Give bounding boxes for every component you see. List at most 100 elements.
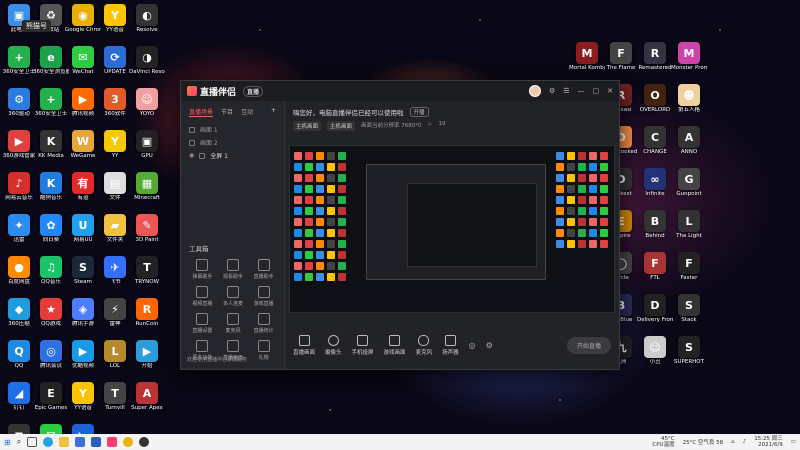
desktop-icon[interactable]: D Delivery From (637, 294, 673, 330)
record-icon[interactable]: ◎ (469, 341, 476, 350)
desktop-icon[interactable]: ✿ 向日葵 (34, 214, 68, 250)
start-windows-icon[interactable]: ⊞ (4, 438, 11, 447)
add-scene-icon[interactable]: + (271, 107, 276, 117)
toolbox-item[interactable]: 直播统计 (248, 313, 279, 334)
desktop-icon[interactable]: K KK Media (34, 130, 68, 166)
desktop-icon[interactable]: ▤ 文件 (98, 172, 132, 208)
desktop-icon[interactable]: ☺ 小丑 (638, 336, 672, 372)
desktop-icon[interactable]: ♪ 网易云音乐 (2, 172, 36, 208)
desktop-icon[interactable]: ◢ 钉钉 (2, 382, 36, 418)
toolbox-item[interactable]: 多人连麦 (218, 286, 249, 307)
desktop-icon[interactable]: +360安全卫士 (2, 46, 36, 82)
desktop-icon[interactable]: A Super Apex (130, 382, 164, 418)
desktop-icon[interactable]: R RunCoin (130, 298, 164, 334)
desktop-icon[interactable]: 有有道 (66, 172, 100, 208)
desktop-icon[interactable]: W WeGame (66, 130, 100, 166)
desktop-icon[interactable]: ☺ YOYO (130, 88, 164, 124)
desktop-icon[interactable]: ◑DaVinci Resolve (129, 46, 165, 82)
settings-icon[interactable]: ⚙ (486, 341, 493, 350)
edge-icon[interactable] (43, 437, 54, 447)
toolbox-item[interactable]: 直播设置 (187, 313, 218, 334)
desktop-icon[interactable]: ✉ WeChat (66, 46, 100, 82)
source-camera-button[interactable]: 摄像头 (325, 334, 342, 356)
microphone-button[interactable]: 麦克风 (416, 334, 432, 356)
close-icon[interactable]: ✕ (607, 87, 613, 95)
live-companion-window[interactable]: 直播伴侣 直播 ⚙ ☰ — ▢ ✕ 直播场景 节目 互动 + 画面 1 画面 2… (180, 80, 620, 370)
desktop-icon[interactable]: 3 360软件 (98, 88, 132, 124)
scene-item[interactable]: ◉ 全屏 1 (189, 149, 276, 162)
cpu-temp[interactable]: 45°C CPU温度 (652, 436, 674, 448)
desktop-icon[interactable]: ▶ 优酷视频 (66, 340, 100, 376)
desktop-icon[interactable]: R Remastered (638, 42, 672, 78)
desktop-icon[interactable]: F FTL (638, 252, 672, 288)
toolbox-item[interactable]: 礼物 (248, 340, 279, 361)
scene-checkbox[interactable] (189, 139, 195, 146)
scene-checkbox[interactable] (199, 152, 206, 159)
meta-chip[interactable]: 主机画面 (293, 121, 322, 131)
desktop-icon[interactable]: Y YY (98, 130, 132, 166)
desktop-icon[interactable]: ✈ 飞书 (98, 256, 132, 292)
desktop-icon[interactable]: ⚙ 360驱动 (2, 88, 36, 124)
search-icon[interactable]: ⌕ (17, 437, 21, 447)
scene-item[interactable]: 画面 1 (189, 123, 276, 136)
desktop-icon[interactable]: T TRYNOW (130, 256, 164, 292)
desktop-icon[interactable]: L The Light (672, 210, 706, 246)
menu-icon[interactable]: ☰ (563, 87, 569, 95)
tab-interact[interactable]: 互动 (241, 107, 253, 117)
weather-text[interactable]: 25°C 空气良 58 (683, 438, 724, 446)
desktop-icon[interactable]: ∞ Infinite (638, 168, 672, 204)
source-phone-button[interactable]: 手机投屏 (352, 334, 374, 356)
desktop-icon[interactable]: ◈ 腾讯手游 (66, 298, 100, 334)
desktop-icon[interactable]: ▶ 开始 (130, 340, 164, 376)
eye-icon[interactable]: ◉ (189, 152, 194, 159)
desktop-icon[interactable]: Q QQ (2, 340, 36, 376)
desktop-icon[interactable]: ✦ 迅雷 (2, 214, 36, 250)
toolbox-item[interactable]: 弹幕助手 (187, 259, 218, 280)
desktop-icon[interactable]: O OVERLORD (638, 84, 672, 120)
tab-scenes[interactable]: 直播场景 (189, 107, 214, 117)
desktop-icon[interactable]: F The Flame (604, 42, 638, 78)
store-icon[interactable] (75, 437, 86, 447)
meta-chip[interactable]: 主机画面 (327, 121, 356, 131)
toolbox-item[interactable]: 麦克风 (218, 313, 249, 334)
toolbox-item[interactable]: 直播助手 (248, 259, 279, 280)
version-badge[interactable]: 直播 (243, 85, 264, 97)
desktop-icon[interactable]: U 网易UU (66, 214, 100, 250)
toolbox-item[interactable]: 游戏直播 (248, 286, 279, 307)
desktop-icon[interactable]: F Faster (672, 252, 706, 288)
minimize-icon[interactable]: — (578, 87, 585, 95)
desktop-icon[interactable]: E Epic Games (34, 382, 68, 418)
desktop-icon[interactable]: MMortal Kombat (569, 42, 605, 78)
live-app-icon[interactable] (107, 437, 118, 447)
desktop-icon[interactable]: Y YY语音 (66, 382, 100, 418)
desktop-icon[interactable]: +360安全卫士 (34, 88, 68, 124)
desktop-icon[interactable]: S Steam (66, 256, 100, 292)
desktop-icon[interactable]: ● 百度网盘 (2, 256, 36, 292)
desktop-icon[interactable]: ▣ GPU (130, 130, 164, 166)
toolbox-item[interactable]: 视频直播 (187, 286, 218, 307)
desktop-icon[interactable]: ☻ 第五人格 (672, 84, 706, 120)
chrome-icon[interactable] (123, 437, 134, 447)
desktop-icon[interactable]: e 360安全浏览器 (33, 46, 69, 82)
scene-checkbox[interactable] (189, 126, 195, 133)
volume-icon[interactable]: ♪ (743, 439, 747, 445)
desktop-icon[interactable]: Y YY语音 (98, 4, 132, 40)
desktop-icon[interactable]: B Behind (638, 210, 672, 246)
task-view-icon[interactable] (27, 437, 38, 447)
maximize-icon[interactable]: ▢ (593, 87, 600, 95)
desktop-icon[interactable]: ✎ 3D Paint (130, 214, 164, 250)
speaker-button[interactable]: 扬声器 (442, 334, 459, 356)
live-preview[interactable] (289, 145, 615, 313)
desktop-icon[interactable]: ⟳ UPDATE (98, 46, 132, 82)
scene-item[interactable]: 画面 2 (189, 136, 276, 149)
desktop-icon[interactable]: C CHANGE (638, 126, 672, 162)
desktop-icon[interactable]: ▶ 360游戏管家 (2, 130, 36, 166)
source-screen-button[interactable]: 直播画面 (293, 334, 315, 356)
desktop-icon[interactable]: ◉Google Chrome (65, 4, 101, 40)
network-icon[interactable]: ⌂ (731, 439, 735, 445)
obs-icon[interactable] (139, 437, 150, 447)
desktop-icon[interactable]: ⚡ 雷神 (98, 298, 132, 334)
desktop-icon[interactable]: ▰ 文件夹 (98, 214, 132, 250)
desktop-icon[interactable]: M Monster Prom (671, 42, 707, 78)
toolbox-item[interactable]: 观看助手 (218, 259, 249, 280)
